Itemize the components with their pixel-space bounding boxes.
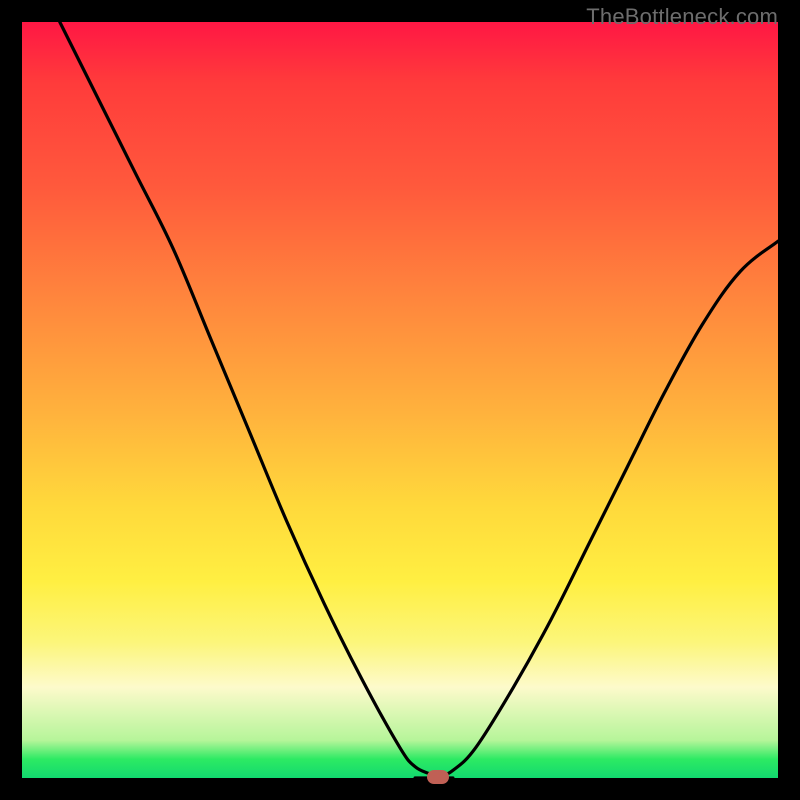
curve-path [60, 22, 778, 778]
optimum-marker [427, 770, 449, 784]
attribution-label: TheBottleneck.com [586, 4, 778, 30]
chart-frame: TheBottleneck.com [0, 0, 800, 800]
plot-area [22, 22, 778, 778]
bottleneck-curve [22, 22, 778, 778]
